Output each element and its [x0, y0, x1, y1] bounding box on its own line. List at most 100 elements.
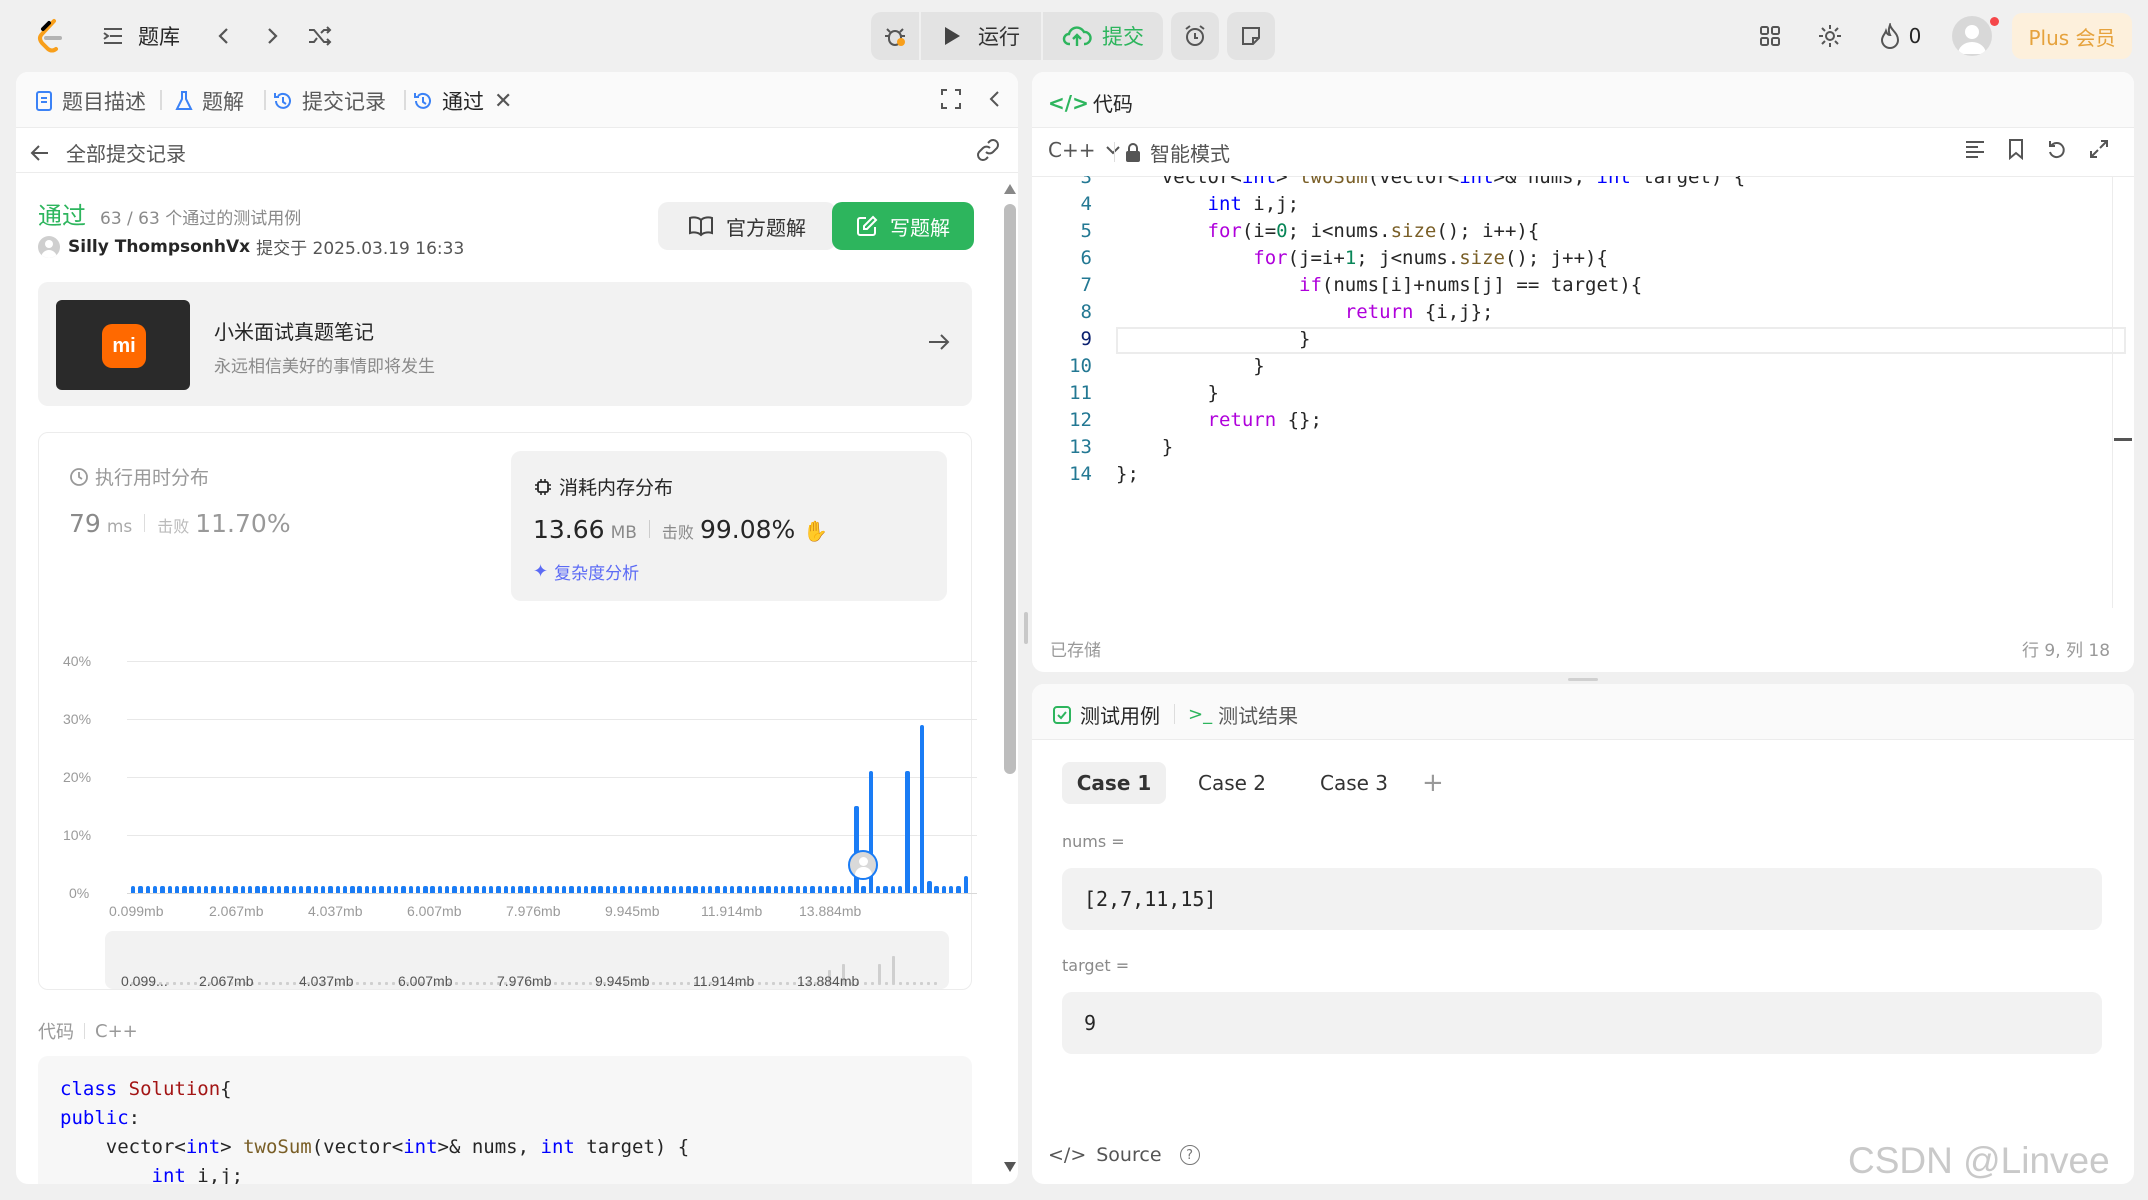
logo-icon[interactable] [30, 16, 70, 56]
chart-bar[interactable] [569, 886, 574, 893]
nums-input[interactable]: [2,7,11,15] [1062, 868, 2102, 930]
chart-bar[interactable] [196, 886, 202, 893]
tab-testcases[interactable]: 测试用例 [1052, 700, 1160, 729]
chart-bar[interactable] [510, 886, 516, 893]
chart-bar[interactable] [445, 886, 450, 893]
chart-bar[interactable] [744, 886, 749, 893]
chart-bar[interactable] [233, 886, 238, 893]
close-tab-icon[interactable]: ✕ [494, 89, 512, 114]
chart-bar[interactable] [642, 886, 647, 893]
chart-bar[interactable] [452, 886, 457, 893]
chart-bar[interactable] [941, 886, 947, 893]
horizontal-splitter-handle[interactable] [1568, 678, 1598, 681]
chart-bar[interactable] [861, 886, 866, 893]
chart-bar[interactable] [715, 886, 720, 893]
submit-button[interactable]: 提交 [1043, 12, 1163, 60]
chart-bar[interactable] [722, 886, 728, 893]
chart-bar[interactable] [415, 886, 421, 893]
chart-bar[interactable] [759, 886, 764, 893]
chart-bar[interactable] [284, 886, 289, 893]
chart-bar[interactable] [131, 886, 136, 893]
chart-bar[interactable] [240, 886, 245, 893]
chart-bar[interactable] [386, 886, 392, 893]
chart-bar[interactable] [883, 886, 888, 893]
memory-tab[interactable]: 消耗内存分布 13.66 MB 击败 99.08% ✋ ✦ 复杂度分析 [511, 451, 947, 601]
chart-bar[interactable] [379, 886, 384, 893]
back-to-submissions[interactable]: 全部提交记录 [28, 138, 186, 167]
run-button[interactable]: 运行 [921, 12, 1041, 60]
chart-bar[interactable] [810, 886, 815, 893]
tab-accepted[interactable]: 通过 ✕ [412, 86, 512, 116]
write-solution-button[interactable]: 写题解 [832, 202, 974, 250]
chart-bar[interactable] [671, 886, 676, 893]
chart-bar[interactable] [773, 886, 779, 893]
chart-bar[interactable] [620, 886, 625, 893]
grid-icon[interactable] [1752, 18, 1788, 54]
plus-member-button[interactable]: Plus 会员 [2012, 13, 2132, 59]
bookmark-icon[interactable] [2006, 138, 2026, 160]
chart-bar[interactable] [591, 886, 596, 893]
chart-bar[interactable] [795, 886, 801, 893]
tab-solutions[interactable]: 题解 [174, 86, 244, 116]
target-input[interactable]: 9 [1062, 992, 2102, 1054]
chart-bar[interactable] [547, 886, 552, 893]
chart-bar[interactable] [138, 886, 143, 893]
chart-bar[interactable] [401, 886, 406, 893]
chart-range-slider[interactable]: 0.099... 2.067mb 4.037mb 6.007mb 7.976mb… [105, 931, 949, 989]
chart-bar[interactable] [956, 886, 961, 893]
note-icon[interactable] [1227, 12, 1275, 60]
chart-bar[interactable] [934, 886, 939, 893]
chart-bar[interactable] [803, 886, 808, 893]
chevron-left-icon[interactable] [206, 18, 242, 54]
chart-bar[interactable] [488, 886, 494, 893]
case-3-tab[interactable]: Case 3 [1302, 762, 1406, 804]
chart-bar[interactable] [561, 886, 567, 893]
chart-bar[interactable] [627, 886, 633, 893]
chart-bar[interactable] [598, 886, 603, 893]
left-scrollbar[interactable] [1004, 184, 1016, 1174]
chart-bar[interactable] [291, 886, 297, 893]
chart-bar[interactable] [320, 886, 326, 893]
chart-bar[interactable] [277, 886, 282, 893]
fullscreen-icon[interactable] [2088, 138, 2110, 160]
chart-bar[interactable] [350, 886, 355, 893]
chart-bar[interactable] [693, 886, 698, 893]
chart-bar[interactable] [306, 886, 311, 893]
chart-bar[interactable] [766, 886, 771, 893]
chart-bar[interactable] [247, 886, 253, 893]
chart-bar[interactable] [532, 886, 538, 893]
chart-bar[interactable] [817, 886, 822, 893]
chart-bar[interactable] [342, 886, 348, 893]
your-submission-marker[interactable] [848, 850, 879, 880]
chart-bar[interactable] [788, 886, 793, 893]
chart-bar[interactable] [949, 886, 954, 893]
reset-icon[interactable] [2046, 138, 2068, 160]
chart-bar[interactable] [204, 886, 209, 893]
chart-bar[interactable] [357, 886, 362, 893]
chart-bar[interactable] [160, 886, 165, 893]
chart-bar[interactable] [781, 886, 786, 893]
chart-bar[interactable] [393, 886, 399, 893]
chart-bar[interactable] [269, 886, 275, 893]
chart-bar[interactable] [963, 875, 969, 893]
chart-bar[interactable] [554, 886, 560, 893]
help-icon[interactable]: ? [1179, 1145, 1200, 1165]
chart-bar[interactable] [430, 886, 435, 893]
chart-bar[interactable] [919, 724, 925, 893]
chart-bar[interactable] [189, 886, 194, 893]
chart-bar[interactable] [656, 886, 662, 893]
chart-bar[interactable] [890, 886, 896, 893]
debug-button[interactable] [871, 12, 919, 60]
tab-code[interactable]: </> 代码 [1048, 88, 1133, 117]
chart-bar[interactable] [474, 886, 479, 893]
chart-bar[interactable] [145, 886, 150, 893]
chart-bar[interactable] [664, 886, 669, 893]
chart-bar[interactable] [408, 886, 413, 893]
chart-bar[interactable] [167, 886, 172, 893]
chart-bar[interactable] [576, 886, 581, 893]
chart-bar[interactable] [737, 886, 742, 893]
tab-test-result[interactable]: >_ 测试结果 [1188, 700, 1298, 729]
chart-bar[interactable] [678, 886, 684, 893]
chart-bar[interactable] [313, 886, 318, 893]
chart-bar[interactable] [649, 886, 654, 893]
